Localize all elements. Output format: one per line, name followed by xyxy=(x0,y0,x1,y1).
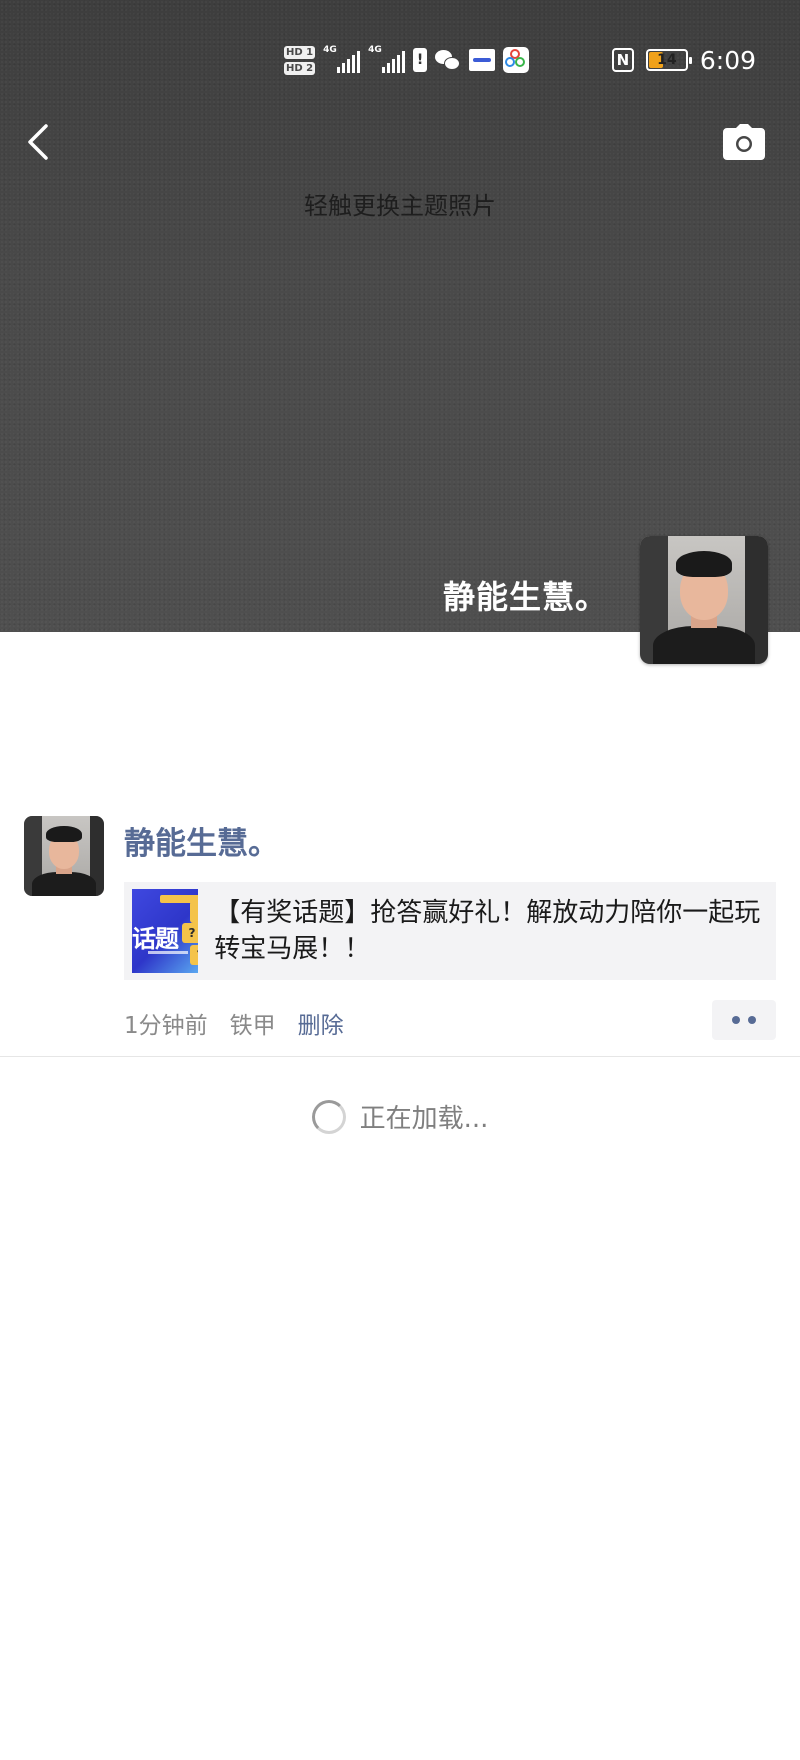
change-cover-hint[interactable]: 轻触更换主题照片 xyxy=(0,186,800,221)
wechat-icon xyxy=(435,49,461,71)
status-time: 6:09 xyxy=(699,45,756,75)
hd1-label: HD 1 xyxy=(284,45,316,59)
delete-button[interactable]: 删除 xyxy=(298,1006,344,1040)
link-title: 【有奖话题】抢答赢好礼！解放动力陪你一起玩转宝马展！！ xyxy=(214,898,761,964)
status-bar: HD 1 HD 2 4G 4G ! N 14 6:09 xyxy=(0,40,800,80)
link-thumbnail: ? ? ? 话题 xyxy=(132,889,199,973)
dot-icon xyxy=(732,1016,740,1024)
hd2-label: HD 2 xyxy=(284,61,316,75)
nfc-icon: N xyxy=(611,48,634,72)
dot-icon xyxy=(748,1016,756,1024)
battery-level: 14 xyxy=(657,52,677,68)
signal-icon: 4G xyxy=(323,45,361,73)
profile-name[interactable]: 静能生慧。 xyxy=(443,572,608,618)
loading-indicator: 正在加载... xyxy=(0,1098,800,1135)
signal-icon-2: 4G xyxy=(368,45,406,73)
post-time: 1分钟前 xyxy=(124,1013,208,1039)
shared-link-card[interactable]: ? ? ? 话题 【有奖话题】抢答赢好礼！解放动力陪你一起玩转宝马展！！ xyxy=(124,882,776,980)
post-author-avatar[interactable] xyxy=(24,816,104,896)
alert-icon: ! xyxy=(413,48,428,72)
app-notification-icon xyxy=(503,47,530,73)
battery-icon: 14 xyxy=(645,49,692,71)
loading-text: 正在加载... xyxy=(359,1104,489,1134)
post-author-name[interactable]: 静能生慧。 xyxy=(124,818,279,863)
spinner-icon xyxy=(311,1099,346,1134)
camera-icon[interactable] xyxy=(723,124,765,160)
profile-avatar[interactable] xyxy=(640,536,768,664)
back-icon[interactable] xyxy=(24,122,54,162)
thumb-title: 话题 xyxy=(132,925,179,953)
card-app-icon xyxy=(469,49,496,71)
divider xyxy=(0,1056,800,1057)
post-source[interactable]: 铁甲 xyxy=(230,1006,276,1040)
post-meta: 1分钟前 铁甲 删除 xyxy=(124,1006,344,1040)
more-options-button[interactable] xyxy=(712,1000,776,1040)
hd-indicator: HD 1 HD 2 xyxy=(284,45,316,75)
